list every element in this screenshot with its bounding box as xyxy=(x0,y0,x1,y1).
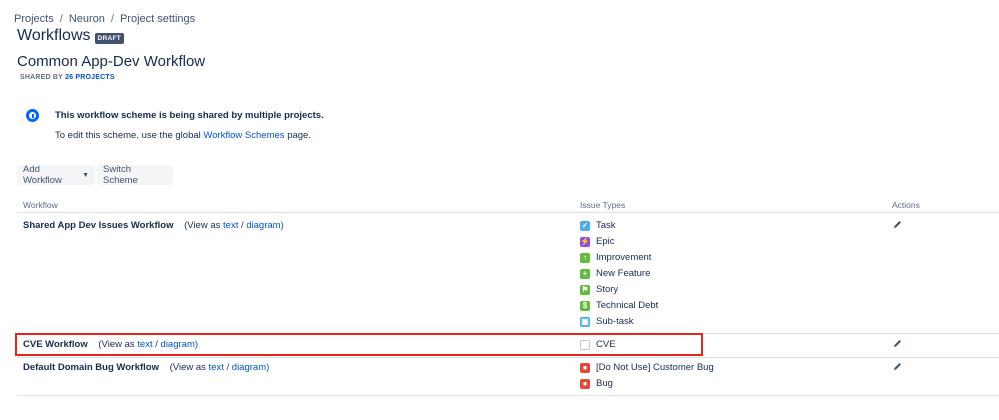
issue-type-label: [Do Not Use] Customer Bug xyxy=(596,362,714,373)
issue-type-item: ● Bug xyxy=(580,378,613,389)
draft-badge: DRAFT xyxy=(94,32,125,44)
info-body-suffix: page. xyxy=(287,130,311,141)
issue-type-item: ⚑ Story xyxy=(580,284,618,295)
switch-scheme-button[interactable]: Switch Scheme xyxy=(97,164,173,186)
chevron-down-icon: ▼ xyxy=(82,171,89,179)
scheme-title: Common App-Dev Workflow xyxy=(17,53,206,70)
breadcrumb-projects[interactable]: Projects xyxy=(14,13,54,25)
technical-debt-icon: $ xyxy=(580,300,590,311)
issue-type-label: New Feature xyxy=(596,268,651,279)
edit-workflow-pencil-icon[interactable] xyxy=(892,338,903,349)
header-divider xyxy=(17,212,999,213)
info-body: To edit this scheme, use the global Work… xyxy=(55,130,311,141)
story-icon: ⚑ xyxy=(580,284,590,295)
improvement-icon: ↑ xyxy=(580,252,590,263)
table-bottom-divider xyxy=(17,395,999,396)
workflow-name: Default Domain Bug Workflow xyxy=(23,362,159,373)
issue-type-label: Epic xyxy=(596,236,615,247)
breadcrumb-neuron[interactable]: Neuron xyxy=(69,13,105,25)
view-diagram-link[interactable]: diagram) xyxy=(232,362,270,373)
issue-type-label: Technical Debt xyxy=(596,300,659,311)
add-workflow-label: Add Workflow xyxy=(23,164,62,186)
issue-type-label: Improvement xyxy=(596,252,652,263)
breadcrumb-project-settings[interactable]: Project settings xyxy=(120,13,195,25)
issue-type-item: ▣ Sub-task xyxy=(580,316,634,327)
issue-type-item: ↑ Improvement xyxy=(580,252,651,263)
subtask-icon: ▣ xyxy=(580,316,590,327)
page-title-text: Workflows xyxy=(17,27,91,44)
shared-projects-link[interactable]: 26 PROJECTS xyxy=(65,74,115,81)
column-header-workflow: Workflow xyxy=(23,200,58,210)
view-text-link[interactable]: text xyxy=(223,220,238,231)
issue-type-label: Sub-task xyxy=(596,316,634,327)
edit-workflow-pencil-icon[interactable] xyxy=(892,361,903,372)
workflow-schemes-link[interactable]: Workflow Schemes xyxy=(203,130,284,141)
edit-workflow-pencil-icon[interactable] xyxy=(892,219,903,230)
view-text-link[interactable]: text xyxy=(209,362,224,373)
slash-separator: / xyxy=(240,220,244,231)
shared-by-label: SHARED BY 26 PROJECTS xyxy=(20,74,115,81)
issue-type-item: + New Feature xyxy=(580,268,650,279)
issue-type-label: Task xyxy=(596,220,616,231)
shared-by-prefix: SHARED BY xyxy=(20,74,63,81)
info-icon xyxy=(26,109,39,122)
table-row-workflow: Default Domain Bug Workflow (View as tex… xyxy=(23,362,269,373)
slash-separator: / xyxy=(226,362,230,373)
view-as-label: (View as xyxy=(169,362,206,373)
page-title: Workflows DRAFT xyxy=(17,27,125,45)
new-feature-icon: + xyxy=(580,268,590,279)
issue-type-item: ⚡ Epic xyxy=(580,236,614,247)
issue-type-item: ✓ Task xyxy=(580,220,616,231)
view-as-label: (View as xyxy=(184,220,221,231)
highlight-box xyxy=(15,333,703,356)
issue-type-label: Story xyxy=(596,284,619,295)
issue-type-item: ● [Do Not Use] Customer Bug xyxy=(580,362,714,373)
view-diagram-link[interactable]: diagram) xyxy=(246,220,284,231)
epic-icon: ⚡ xyxy=(580,236,590,247)
bug-icon: ● xyxy=(580,362,590,373)
task-icon: ✓ xyxy=(580,220,590,231)
bug-icon: ● xyxy=(580,378,590,389)
breadcrumb: Projects / Neuron / Project settings xyxy=(14,13,195,25)
breadcrumb-separator: / xyxy=(59,13,63,25)
workflow-name: Shared App Dev Issues Workflow xyxy=(23,220,174,231)
info-title: This workflow scheme is being shared by … xyxy=(55,110,324,121)
table-row-workflow: Shared App Dev Issues Workflow (View as … xyxy=(23,220,284,231)
column-header-issue-types: Issue Types xyxy=(580,200,626,210)
issue-type-item: $ Technical Debt xyxy=(580,300,658,311)
issue-type-label: Bug xyxy=(596,378,613,389)
row-divider xyxy=(17,357,999,358)
column-header-actions: Actions xyxy=(892,200,920,210)
add-workflow-button[interactable]: Add Workflow ▼ xyxy=(17,164,95,186)
info-body-prefix: To edit this scheme, use the global xyxy=(55,130,201,141)
breadcrumb-separator: / xyxy=(110,13,114,25)
